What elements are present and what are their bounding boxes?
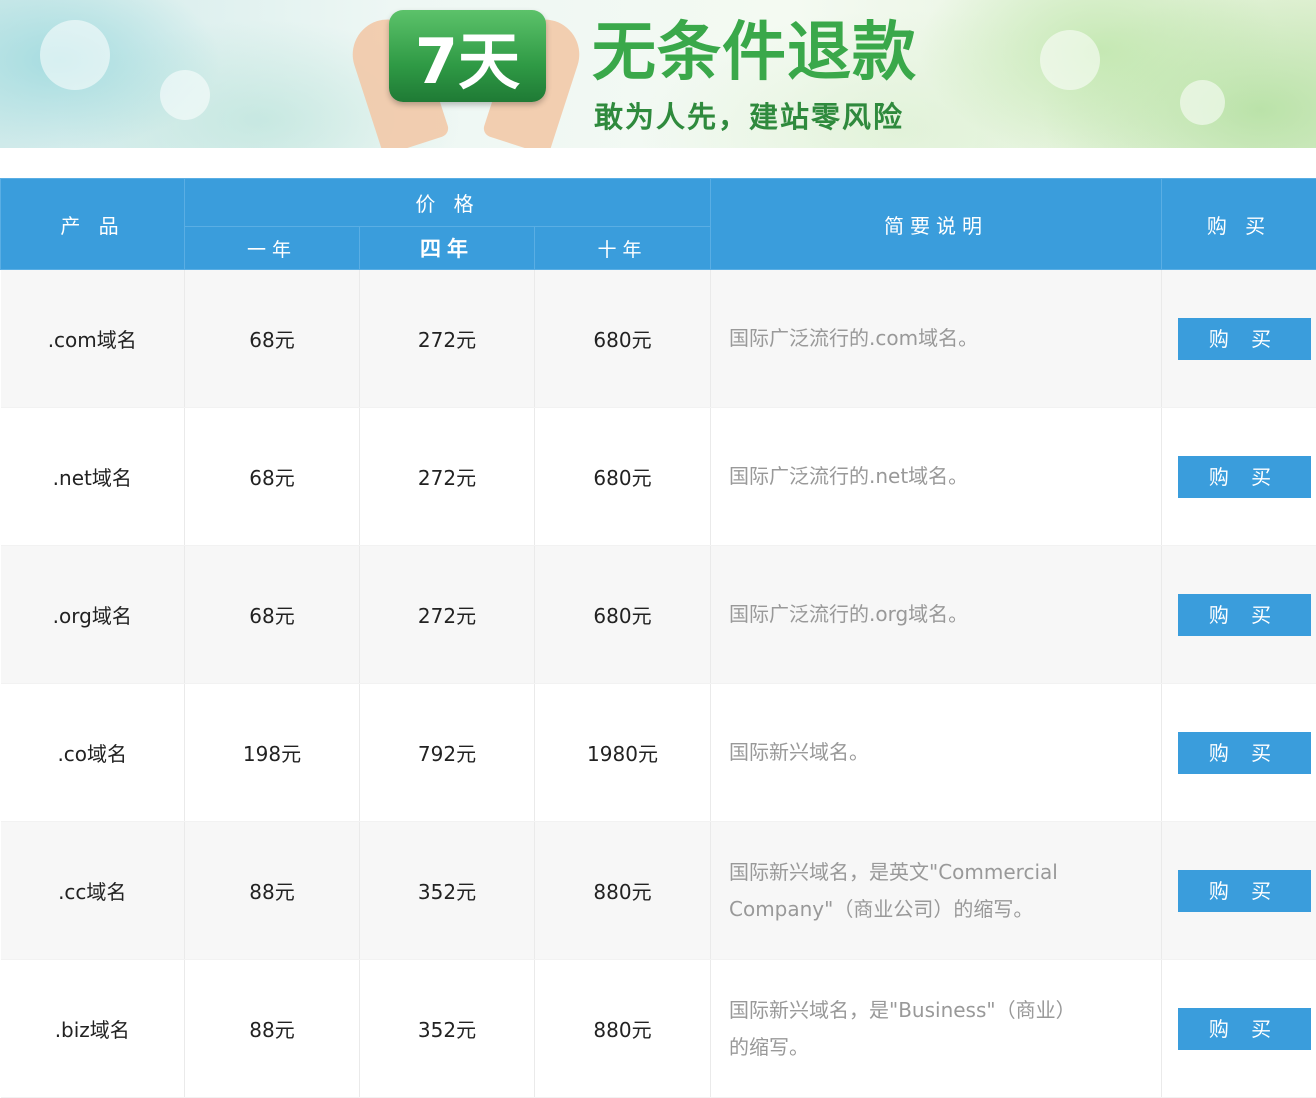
price-four-year: 272元 xyxy=(360,408,535,546)
buy-button[interactable]: 购 买 xyxy=(1178,1008,1311,1050)
refund-banner: 7天 无条件退款 敢为人先，建站零风险 xyxy=(0,0,1316,148)
table-row: .org域名 68元 272元 680元 国际广泛流行的.org域名。 购 买 xyxy=(1,546,1316,684)
price-ten-year: 880元 xyxy=(535,960,711,1098)
table-row: .biz域名 88元 352元 880元 国际新兴域名，是"Business"（… xyxy=(1,960,1316,1098)
price-four-year: 352元 xyxy=(360,822,535,960)
buy-button[interactable]: 购 买 xyxy=(1178,594,1311,636)
table-row: .com域名 68元 272元 680元 国际广泛流行的.com域名。 购 买 xyxy=(1,270,1316,408)
price-ten-year: 680元 xyxy=(535,546,711,684)
header-four-year: 四年 xyxy=(360,227,535,270)
product-description: 国际新兴域名，是英文"Commercial Company"（商业公司）的缩写。 xyxy=(711,822,1162,960)
header-product: 产 品 xyxy=(1,179,185,270)
product-name: .cc域名 xyxy=(1,822,185,960)
seven-day-badge: 7天 xyxy=(389,10,546,102)
buy-cell: 购 买 xyxy=(1162,822,1316,960)
price-one-year: 88元 xyxy=(185,960,360,1098)
price-four-year: 272元 xyxy=(360,270,535,408)
price-four-year: 352元 xyxy=(360,960,535,1098)
product-description: 国际新兴域名，是"Business"（商业）的缩写。 xyxy=(711,960,1162,1098)
price-ten-year: 680元 xyxy=(535,408,711,546)
price-four-year: 792元 xyxy=(360,684,535,822)
price-one-year: 198元 xyxy=(185,684,360,822)
product-name: .co域名 xyxy=(1,684,185,822)
product-name: .net域名 xyxy=(1,408,185,546)
buy-button[interactable]: 购 买 xyxy=(1178,870,1311,912)
table-row: .co域名 198元 792元 1980元 国际新兴域名。 购 买 xyxy=(1,684,1316,822)
domain-price-table: 产 品 价 格 简要说明 购 买 一年 四年 十年 .com域名 68元 272… xyxy=(0,178,1316,1098)
header-price: 价 格 xyxy=(185,179,711,227)
product-name: .com域名 xyxy=(1,270,185,408)
buy-button[interactable]: 购 买 xyxy=(1178,732,1311,774)
buy-cell: 购 买 xyxy=(1162,546,1316,684)
header-ten-year: 十年 xyxy=(535,227,711,270)
price-one-year: 68元 xyxy=(185,270,360,408)
product-description: 国际广泛流行的.net域名。 xyxy=(711,408,1162,546)
table-row: .net域名 68元 272元 680元 国际广泛流行的.net域名。 购 买 xyxy=(1,408,1316,546)
price-one-year: 68元 xyxy=(185,546,360,684)
banner-title: 无条件退款 xyxy=(592,18,917,88)
price-one-year: 88元 xyxy=(185,822,360,960)
buy-cell: 购 买 xyxy=(1162,408,1316,546)
table-row: .cc域名 88元 352元 880元 国际新兴域名，是英文"Commercia… xyxy=(1,822,1316,960)
price-four-year: 272元 xyxy=(360,546,535,684)
product-name: .biz域名 xyxy=(1,960,185,1098)
price-ten-year: 1980元 xyxy=(535,684,711,822)
price-one-year: 68元 xyxy=(185,408,360,546)
header-one-year: 一年 xyxy=(185,227,360,270)
product-description: 国际广泛流行的.org域名。 xyxy=(711,546,1162,684)
buy-button[interactable]: 购 买 xyxy=(1178,318,1311,360)
header-description: 简要说明 xyxy=(711,179,1162,270)
price-ten-year: 680元 xyxy=(535,270,711,408)
product-name: .org域名 xyxy=(1,546,185,684)
header-buy: 购 买 xyxy=(1162,179,1316,270)
product-description: 国际新兴域名。 xyxy=(711,684,1162,822)
buy-cell: 购 买 xyxy=(1162,960,1316,1098)
banner-subtitle: 敢为人先，建站零风险 xyxy=(594,94,904,136)
product-description: 国际广泛流行的.com域名。 xyxy=(711,270,1162,408)
buy-cell: 购 买 xyxy=(1162,270,1316,408)
price-ten-year: 880元 xyxy=(535,822,711,960)
buy-button[interactable]: 购 买 xyxy=(1178,456,1311,498)
buy-cell: 购 买 xyxy=(1162,684,1316,822)
